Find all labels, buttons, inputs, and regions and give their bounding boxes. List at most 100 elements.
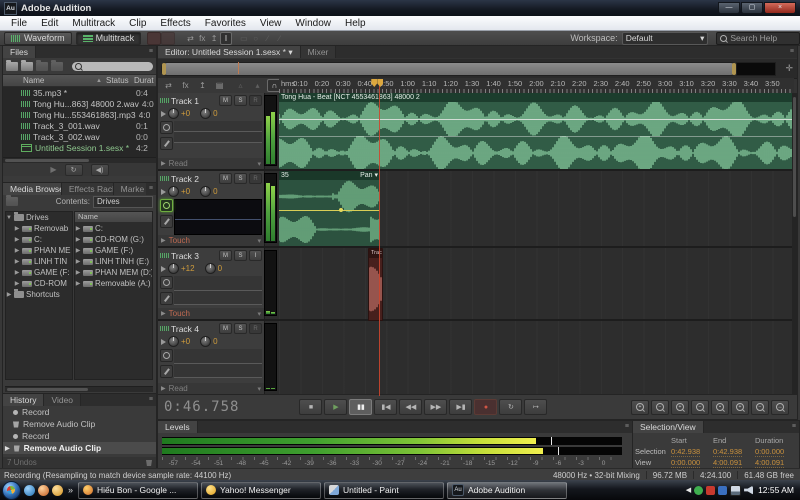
collapsed-icon[interactable]: ▶ [14, 236, 20, 243]
mute-button[interactable]: M [219, 250, 232, 261]
pan-value[interactable]: 0 [218, 264, 222, 273]
files-column-header[interactable]: Name ▲ Status Durat [3, 74, 156, 87]
tab-media-browser[interactable]: Media Browser [3, 183, 62, 195]
taskbar-clock[interactable]: 12:55 AM [758, 485, 794, 495]
slip-tool-button[interactable]: ↥ [208, 32, 220, 45]
volume-knob[interactable] [168, 108, 179, 119]
panel-menu-icon[interactable]: ≡ [787, 46, 797, 58]
tray-app-icon-green[interactable] [694, 486, 703, 495]
chevron-down-icon[interactable]: ▾ [257, 160, 261, 168]
file-row[interactable]: Track_3_002.wav0:0 [3, 131, 156, 142]
collapsed-icon[interactable]: ▶ [14, 247, 20, 254]
zoom-full-button[interactable]: ↔ [771, 400, 789, 415]
tree-item[interactable]: ▶C: [6, 234, 72, 245]
history-item[interactable]: Remove Audio Clip [3, 418, 156, 430]
solo-button[interactable]: S [234, 250, 247, 261]
tab-files[interactable]: Files [3, 46, 36, 58]
solo-all-icon[interactable]: ▴ [250, 79, 265, 92]
zoom-in-horizontal-button[interactable]: + [671, 400, 689, 415]
play-button[interactable]: ▶ [324, 399, 347, 415]
collapse-icon[interactable]: ▶ [161, 237, 166, 244]
loop-playback-button[interactable]: ↻ [499, 399, 522, 415]
automation-mode[interactable]: Read [169, 384, 188, 393]
time-selection-tool-button[interactable]: I [220, 32, 232, 45]
audio-clip-35[interactable]: 35Pan ▾ [279, 171, 380, 246]
record-arm-button[interactable]: R [249, 95, 262, 106]
pan-value[interactable]: 0 [213, 109, 217, 118]
list-header[interactable]: Name [75, 212, 152, 223]
track-input-selector[interactable] [174, 349, 262, 364]
multitrack-view-button[interactable]: Multitrack [76, 32, 142, 45]
track-1-content[interactable]: Tong Hua - Beat [NCT 4553461863] 48000 2 [279, 93, 794, 169]
drive-row[interactable]: ▶GAME (F:) [75, 245, 152, 256]
marquee-tool-icon[interactable]: ▭ [238, 32, 250, 45]
menu-view[interactable]: View [253, 18, 289, 29]
rewind-button[interactable]: ◀◀ [399, 399, 422, 415]
solo-button[interactable]: S [234, 173, 247, 184]
collapsed-icon[interactable]: ▶ [14, 280, 20, 287]
move-tool-button[interactable]: ⇄ [185, 32, 197, 45]
browser-icon[interactable] [38, 485, 49, 496]
drive-row[interactable]: ▶CD-ROM (G:) [75, 234, 152, 245]
spot-heal-tool-icon[interactable]: ∕ [273, 32, 285, 45]
collapse-icon[interactable]: ▶ [161, 160, 166, 167]
waveform-view-button[interactable]: Waveform [4, 32, 72, 45]
volume-envelope-line[interactable] [279, 119, 794, 120]
minimize-button[interactable]: — [718, 2, 740, 14]
menu-help[interactable]: Help [338, 18, 373, 29]
stop-button[interactable]: ■ [299, 399, 322, 415]
network-icon[interactable] [730, 485, 741, 496]
tree-item[interactable]: ▶GAME (F: [6, 267, 72, 278]
panel-menu-icon[interactable]: ≡ [622, 421, 632, 433]
tab-editor[interactable]: Editor: Untitled Session 1.sesx * ▾ [158, 46, 301, 58]
insert-into-multitrack-icon[interactable] [51, 62, 63, 71]
solo-button[interactable]: S [234, 95, 247, 106]
menu-effects[interactable]: Effects [153, 18, 197, 29]
track-output-selector[interactable] [174, 291, 262, 305]
auto-play-button[interactable]: ◀) [91, 164, 109, 176]
track-name[interactable]: Track 3 [171, 251, 217, 261]
start-button[interactable] [2, 481, 21, 500]
pan-knob[interactable] [200, 186, 211, 197]
taskbar-button-browser[interactable]: Hiếu Bon - Google ... [78, 482, 198, 499]
file-row[interactable]: Tong Hu...553461863].mp34:0 [3, 109, 156, 120]
volume-value[interactable]: +0 [181, 109, 190, 118]
collapse-icon[interactable]: ▶ [161, 310, 166, 317]
view-start-value[interactable]: 0:00.000 [671, 458, 713, 468]
navigator-range-bar[interactable] [161, 62, 737, 76]
fast-forward-button[interactable]: ▶▶ [424, 399, 447, 415]
punch-record-icon[interactable] [147, 32, 161, 45]
maximize-button[interactable]: ▢ [741, 2, 763, 14]
zoom-in-vertical-button[interactable]: + [731, 400, 749, 415]
track-name[interactable]: Track 1 [171, 96, 217, 106]
snap-icon[interactable]: ⇄ [161, 79, 176, 92]
pan-value[interactable]: 0 [213, 337, 217, 346]
zoom-to-selection-button[interactable]: ▪ [711, 400, 729, 415]
tree-item[interactable]: ▶Shortcuts [6, 289, 72, 300]
menu-edit[interactable]: Edit [34, 18, 65, 29]
list-view-icon[interactable] [6, 197, 18, 206]
open-file-icon[interactable] [6, 62, 18, 71]
edit-envelope-icon[interactable] [160, 215, 173, 228]
tracks-vertical-scrollbar[interactable] [792, 93, 797, 396]
taskbar-button-yahoo[interactable]: Yahoo! Messenger [201, 482, 321, 499]
tree-item[interactable]: ▶CD-ROM [6, 278, 72, 289]
navigator-left-handle[interactable] [162, 63, 166, 75]
tab-levels[interactable]: Levels [158, 421, 198, 433]
pan-value[interactable]: 0 [213, 187, 217, 196]
panel-menu-icon[interactable]: ≡ [146, 46, 156, 58]
taskbar-button-paint[interactable]: Untitled - Paint [324, 482, 444, 499]
mute-button[interactable]: M [219, 173, 232, 184]
volume-knob[interactable] [168, 186, 179, 197]
selection-duration-value[interactable]: 0:00.000 [755, 447, 797, 457]
new-file-icon[interactable] [36, 62, 48, 71]
marker-icon[interactable]: ↥ [195, 79, 210, 92]
volume-value[interactable]: +0 [181, 187, 190, 196]
history-item[interactable]: Record [3, 406, 156, 418]
razor-tool-button[interactable]: fx [196, 32, 208, 45]
tab-mixer[interactable]: Mixer [301, 46, 337, 58]
speaker-icon[interactable] [744, 486, 753, 495]
view-end-value[interactable]: 4:00.091 [713, 458, 755, 468]
arm-all-icon[interactable]: ▵ [233, 79, 248, 92]
lasso-tool-icon[interactable]: ○ [250, 32, 262, 45]
